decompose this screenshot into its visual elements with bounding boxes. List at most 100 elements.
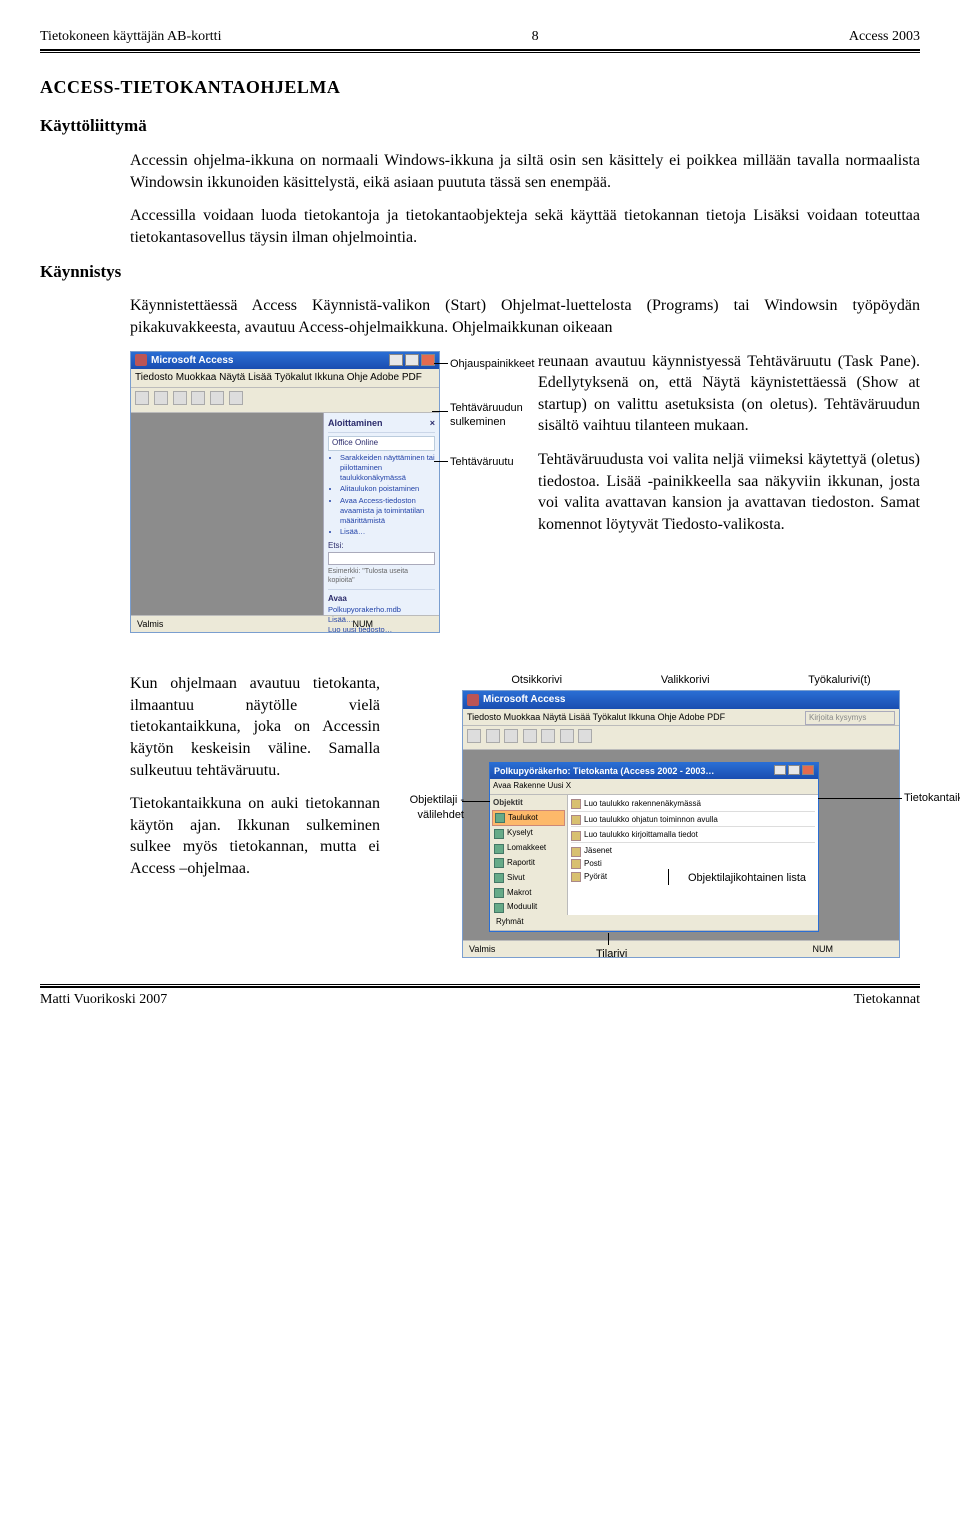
paragraph-2: Accessilla voidaan luoda tietokantoja ja… (130, 205, 920, 248)
toolbar-button[interactable] (467, 729, 481, 743)
window-title: Microsoft Access (151, 354, 233, 368)
paragraph-4: reunaan avautuu käynnistyessä Tehtäväruu… (538, 351, 920, 437)
task-pane[interactable]: Aloittaminen × Office Online Sarakkeiden… (323, 413, 439, 615)
task-pane-link[interactable]: Lisää… (340, 527, 435, 537)
tab-lomakkeet[interactable]: Lomakkeet (492, 841, 565, 856)
toolbar-button[interactable] (173, 391, 187, 405)
database-window[interactable]: Polkupyöräkerho: Tietokanta (Access 2002… (489, 762, 819, 932)
toolbar-button[interactable] (229, 391, 243, 405)
groups-section[interactable]: Ryhmät (490, 915, 818, 931)
create-table-enter-data[interactable]: Luo taulukko kirjoittamalla tiedot (571, 829, 815, 843)
toolbar-button[interactable] (541, 729, 555, 743)
minimize-button[interactable] (774, 765, 786, 775)
create-table-design-view[interactable]: Luo taulukko rakennenäkymässä (571, 798, 815, 812)
task-pane-search-input[interactable] (328, 552, 435, 565)
table-jasenet[interactable]: Jäsenet (571, 845, 815, 858)
toolbar[interactable] (131, 388, 439, 414)
page-icon (494, 873, 504, 883)
wizard-icon (571, 815, 581, 825)
statusbar: Valmis NUM (463, 940, 899, 957)
help-search-box[interactable]: Kirjoita kysymys (805, 711, 895, 726)
paragraph-6: Kun ohjelmaan avautuu tietokanta, ilmaan… (130, 673, 380, 781)
macro-icon (494, 888, 504, 898)
more-files-link[interactable]: Lisää… (328, 615, 435, 625)
startup-block: Käynnistettäessä Access Käynnistä-valiko… (130, 295, 920, 633)
office-online-heading[interactable]: Office Online (328, 436, 435, 451)
callout-tilarivi: Tilarivi (596, 947, 627, 962)
database-window-toolbar[interactable]: Avaa Rakenne Uusi X (490, 779, 818, 795)
section-kayttoliittyma: Käyttöliittymä (40, 115, 920, 138)
callout-ohjauspainikkeet: Ohjauspainikkeet (450, 357, 534, 372)
page-header: Tietokoneen käyttäjän AB-kortti 8 Access… (40, 28, 920, 47)
toolbar-button[interactable] (504, 729, 518, 743)
header-rule (40, 49, 920, 53)
paragraph-7: Tietokantaikkuna on auki tietokannan käy… (130, 793, 380, 879)
object-list[interactable]: Luo taulukko rakennenäkymässä Luo tauluk… (568, 795, 818, 915)
task-pane-link-list: Sarakkeiden näyttäminen tai piilottamine… (328, 453, 435, 537)
access-startup-screenshot: Microsoft Access Tiedosto Muokkaa Näytä … (130, 351, 522, 634)
status-numlock: NUM (813, 943, 834, 955)
minimize-button[interactable] (389, 354, 403, 366)
callout-objektilajikohtainen-lista: Objektilajikohtainen lista (688, 871, 806, 886)
window-titlebar: Microsoft Access (463, 691, 899, 709)
tab-moduulit[interactable]: Moduulit (492, 900, 565, 915)
callout-tyokalurivi: Työkalurivi(t) (808, 673, 870, 688)
access-icon (135, 354, 147, 366)
wizard-icon (571, 799, 581, 809)
object-types-header: Objektit (492, 797, 565, 810)
status-ready: Valmis (137, 618, 163, 630)
workspace-area: Polkupyöräkerho: Tietokanta (Access 2002… (463, 750, 899, 940)
footer-subject: Tietokannat (854, 991, 920, 1010)
header-page-number: 8 (532, 28, 539, 47)
maximize-button[interactable] (788, 765, 800, 775)
toolbar-button[interactable] (191, 391, 205, 405)
toolbar[interactable] (463, 726, 899, 750)
create-new-file-link[interactable]: Luo uusi tiedosto… (328, 625, 435, 635)
object-type-tabs[interactable]: Objektit Taulukot Kyselyt Lomakkeet Rapo… (490, 795, 568, 915)
toolbar-button[interactable] (523, 729, 537, 743)
window-control-buttons[interactable] (389, 354, 435, 366)
access-icon (467, 694, 479, 706)
tab-makrot[interactable]: Makrot (492, 886, 565, 901)
callout-objektilaji-valilehdet: Objektilaji -välilehdet (392, 793, 464, 823)
create-table-wizard[interactable]: Luo taulukko ohjatun toiminnon avulla (571, 814, 815, 828)
toolbar-button[interactable] (486, 729, 500, 743)
tab-raportit[interactable]: Raportit (492, 856, 565, 871)
callout-tietokantaikkuna: Tietokantaikkuna (904, 791, 960, 806)
toolbar-button[interactable] (135, 391, 149, 405)
top-callouts: Otsikkorivi Valikkorivi Työkalurivi(t) (462, 673, 920, 688)
menubar[interactable]: Tiedosto Muokkaa Näytä Lisää Työkalut Ik… (463, 709, 899, 726)
menubar-items[interactable]: Tiedosto Muokkaa Näytä Lisää Työkalut Ik… (467, 712, 725, 722)
tab-kyselyt[interactable]: Kyselyt (492, 826, 565, 841)
recent-file-link[interactable]: Polkupyorakerho.mdb (328, 605, 435, 615)
close-button[interactable] (802, 765, 814, 775)
form-icon (494, 844, 504, 854)
inner-window-controls[interactable] (774, 765, 814, 777)
task-pane-link[interactable]: Avaa Access-tiedoston avaamista ja toimi… (340, 496, 435, 526)
task-pane-link[interactable]: Alitaulukon poistaminen (340, 484, 435, 494)
task-pane-title: Aloittaminen (328, 417, 383, 429)
toolbar-button[interactable] (154, 391, 168, 405)
maximize-button[interactable] (405, 354, 419, 366)
status-ready: Valmis (469, 943, 495, 955)
table-icon (495, 813, 505, 823)
callout-otsikkorivi: Otsikkorivi (511, 673, 562, 688)
toolbar-button[interactable] (210, 391, 224, 405)
callout-valikkorivi: Valikkorivi (661, 673, 710, 688)
toolbar-button[interactable] (560, 729, 574, 743)
paragraph-1: Accessin ohjelma-ikkuna on normaali Wind… (130, 150, 920, 193)
toolbar-button[interactable] (578, 729, 592, 743)
close-button[interactable] (421, 354, 435, 366)
open-heading: Avaa (328, 594, 435, 605)
document-title: ACCESS-TIETOKANTAOHJELMA (40, 75, 920, 99)
tab-taulukot[interactable]: Taulukot (492, 810, 565, 827)
task-pane-close-icon[interactable]: × (430, 417, 435, 429)
task-pane-link[interactable]: Sarakkeiden näyttäminen tai piilottamine… (340, 453, 435, 483)
search-label: Etsi: (328, 541, 435, 552)
menubar[interactable]: Tiedosto Muokkaa Näytä Lisää Työkalut Ik… (131, 369, 439, 388)
table-posti[interactable]: Posti (571, 858, 815, 871)
tab-sivut[interactable]: Sivut (492, 871, 565, 886)
access-database-window-screenshot: Otsikkorivi Valikkorivi Työkalurivi(t) M… (398, 673, 920, 958)
window-titlebar: Microsoft Access (131, 352, 439, 370)
wizard-icon (571, 831, 581, 841)
